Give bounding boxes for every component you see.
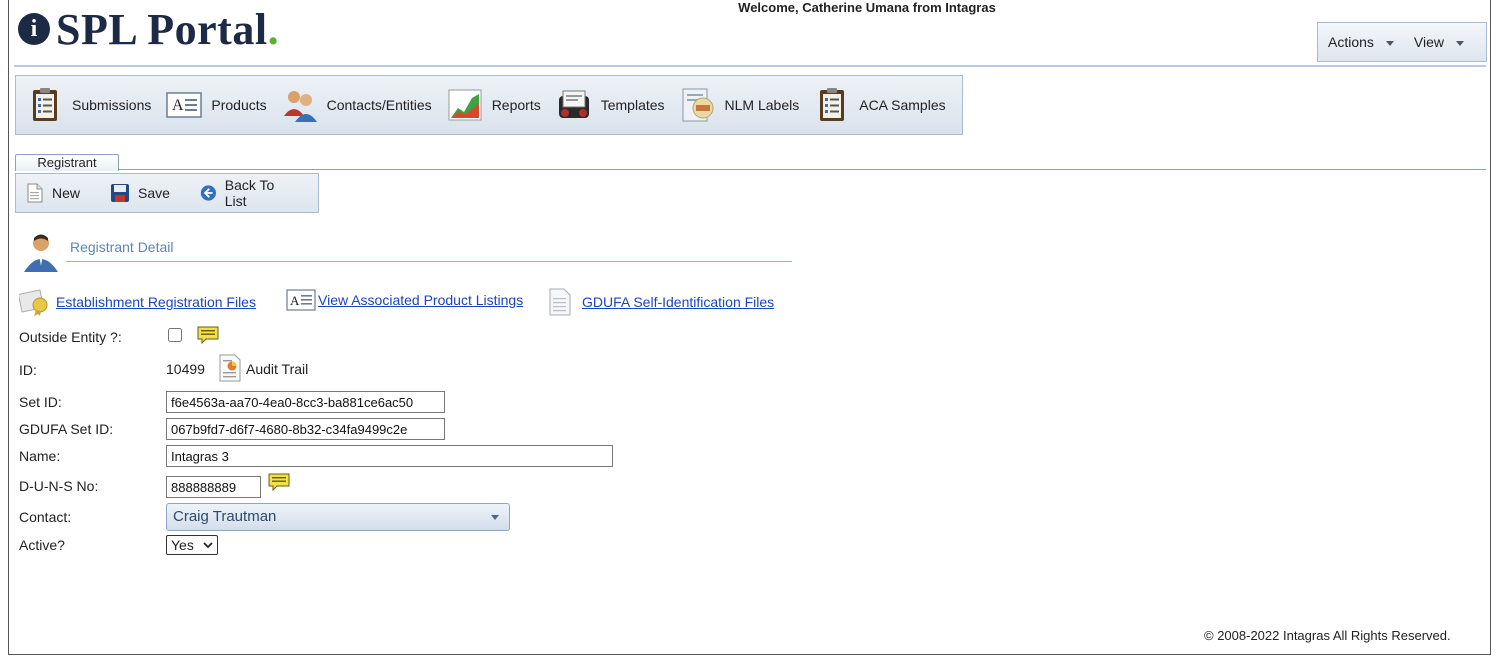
top-menu-bar: Actions View <box>1317 22 1487 62</box>
nav-reports[interactable]: Reports <box>446 86 541 124</box>
contact-select[interactable]: Craig Trautman <box>166 503 510 531</box>
nav-nlm-labels[interactable]: NLM Labels <box>679 86 800 124</box>
tab-registrant[interactable]: Registrant <box>15 154 119 171</box>
nav-label: Submissions <box>72 97 152 113</box>
view-menu[interactable]: View <box>1414 34 1465 50</box>
section-title: Registrant Detail <box>70 239 174 255</box>
nav-label: Contacts/Entities <box>326 97 432 113</box>
nav-label: ACA Samples <box>859 97 946 113</box>
chevron-down-icon <box>203 542 213 549</box>
new-label: New <box>52 185 81 201</box>
set-id-input[interactable] <box>166 391 445 413</box>
section-divider <box>66 261 792 262</box>
new-button[interactable]: New <box>26 183 80 203</box>
product-card-icon: A <box>166 92 203 118</box>
audit-trail-link[interactable]: Audit Trail <box>246 361 308 377</box>
header-divider <box>14 65 1486 67</box>
welcome-message: Welcome, Catherine Umana from Intagras <box>738 0 996 15</box>
id-value: 10499 <box>166 361 205 377</box>
chevron-down-icon <box>1456 40 1465 46</box>
people-icon <box>283 91 317 122</box>
clipboard-icon <box>820 88 845 121</box>
clipboard-icon <box>33 88 57 121</box>
tab-divider <box>119 169 1486 170</box>
nav-label: Products <box>211 97 267 113</box>
establishment-link-group: Establishment Registration Files <box>19 288 256 316</box>
save-button[interactable]: Save <box>110 183 170 203</box>
svg-text:A: A <box>172 97 184 114</box>
note-comment-icon[interactable] <box>268 473 290 491</box>
active-selected-value: Yes <box>171 537 194 553</box>
nav-submissions[interactable]: Submissions <box>26 86 151 124</box>
actions-menu[interactable]: Actions <box>1328 34 1394 50</box>
active-label: Active? <box>19 537 65 553</box>
record-toolbar: New Save Back To List <box>15 173 319 213</box>
spl-portal-logo[interactable]: i SPL Portal. <box>18 4 279 54</box>
chevron-down-icon <box>491 515 499 520</box>
active-select[interactable]: Yes <box>166 535 218 555</box>
name-label: Name: <box>19 448 61 464</box>
nav-aca-samples[interactable]: ACA Samples <box>813 86 946 124</box>
contact-selected-value: Craig Trautman <box>173 508 277 525</box>
nav-contacts-entities[interactable]: Contacts/Entities <box>281 86 432 124</box>
note-comment-icon[interactable] <box>197 326 219 344</box>
gdufa-self-identification-files-link[interactable]: GDUFA Self-Identification Files <box>582 294 774 310</box>
chevron-down-icon <box>1385 40 1394 46</box>
nav-label: Templates <box>600 97 665 113</box>
nav-label: NLM Labels <box>724 97 800 113</box>
establishment-registration-files-link[interactable]: Establishment Registration Files <box>56 294 256 310</box>
logo-dot: . <box>267 4 279 54</box>
main-nav: Submissions A Products Contacts/Entities… <box>15 75 963 135</box>
footer-copyright: © 2008-2022 Intagras All Rights Reserved… <box>1204 628 1451 643</box>
logo-text: SPL Portal <box>56 4 268 54</box>
set-id-label: Set ID: <box>19 394 62 410</box>
save-label: Save <box>138 185 170 201</box>
nav-products[interactable]: A Products <box>165 86 267 124</box>
svg-text:A: A <box>290 293 300 308</box>
nav-label: Reports <box>491 97 541 113</box>
certificate-ribbon-icon <box>19 289 48 316</box>
gdufa-link-group: GDUFA Self-Identification Files <box>548 288 774 316</box>
product-card-icon: A <box>286 289 316 311</box>
name-input[interactable] <box>166 445 613 467</box>
duns-label: D-U-N-S No: <box>19 478 99 494</box>
outside-entity-checkbox[interactable] <box>168 328 182 342</box>
gdufa-set-id-label: GDUFA Set ID: <box>19 421 114 437</box>
label-icon <box>682 88 714 122</box>
rolodex-icon <box>558 90 589 118</box>
audit-trail-icon[interactable] <box>218 354 242 382</box>
logo-badge-icon: i <box>18 13 50 45</box>
nav-templates[interactable]: Templates <box>555 86 665 124</box>
duns-input[interactable] <box>166 476 261 498</box>
registrant-user-icon <box>24 234 58 272</box>
chart-icon <box>448 89 482 121</box>
back-arrow-icon <box>200 185 216 201</box>
outside-entity-label: Outside Entity ?: <box>19 329 122 345</box>
id-label: ID: <box>19 362 37 378</box>
contact-label: Contact: <box>19 509 72 525</box>
view-associated-product-listings-link[interactable]: View Associated Product Listings <box>318 292 523 308</box>
back-to-list-label: Back To List <box>224 177 275 209</box>
new-document-icon <box>27 183 43 203</box>
save-floppy-icon <box>111 184 130 202</box>
back-to-list-button[interactable]: Back To List <box>200 177 288 209</box>
gdufa-set-id-input[interactable] <box>166 418 445 440</box>
document-icon <box>549 288 571 316</box>
product-listings-link-group: A View Associated Product Listings <box>286 288 523 312</box>
